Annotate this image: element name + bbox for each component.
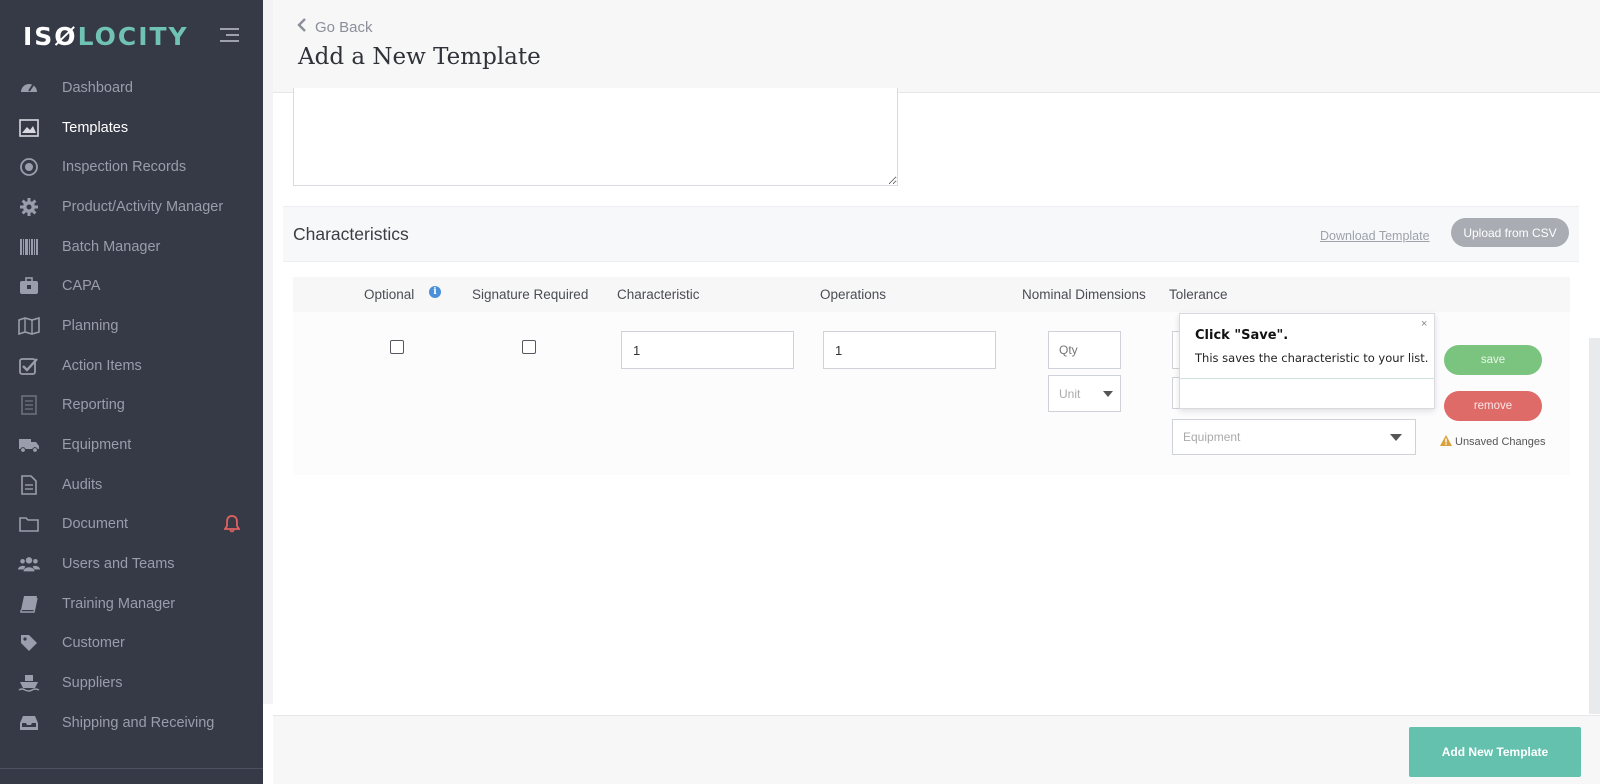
book-icon xyxy=(18,593,40,615)
barcode-icon xyxy=(18,236,40,258)
page-title: Add a New Template xyxy=(298,44,541,70)
folder-icon xyxy=(18,513,40,535)
notification-bell-icon[interactable] xyxy=(223,514,241,538)
column-header-characteristic: Characteristic xyxy=(617,287,700,302)
sidebar-item-audits[interactable]: Audits xyxy=(0,465,263,505)
dashboard-icon xyxy=(18,77,40,99)
operations-input[interactable] xyxy=(823,331,996,369)
truck-icon xyxy=(18,434,40,456)
sidebar-item-product-activity-manager[interactable]: Product/Activity Manager xyxy=(0,187,263,227)
close-icon[interactable]: × xyxy=(1421,318,1427,330)
sidebar-item-users-and-teams[interactable]: Users and Teams xyxy=(0,544,263,584)
sidebar-item-customer[interactable]: Customer xyxy=(0,624,263,664)
remove-button[interactable]: remove xyxy=(1444,391,1542,421)
column-header-operations: Operations xyxy=(820,287,887,302)
info-icon[interactable]: i xyxy=(429,286,441,298)
content-gutter xyxy=(263,0,273,704)
add-new-template-button[interactable]: Add New Template xyxy=(1409,727,1581,777)
sidebar-item-action-items[interactable]: Action Items xyxy=(0,346,263,386)
characteristic-input[interactable] xyxy=(621,331,794,369)
upload-csv-button[interactable]: Upload from CSV xyxy=(1451,218,1569,247)
target-icon xyxy=(18,156,40,178)
chevron-left-icon xyxy=(297,18,307,36)
checkbox-icon xyxy=(18,355,40,377)
sidebar-item-inspection-records[interactable]: Inspection Records xyxy=(0,147,263,187)
sidebar-item-dashboard[interactable]: Dashboard xyxy=(0,68,263,108)
menu-toggle-icon[interactable] xyxy=(220,28,239,42)
sidebar-item-equipment[interactable]: Equipment xyxy=(0,425,263,465)
sidebar-item-suppliers[interactable]: Suppliers xyxy=(0,663,263,703)
sidebar: ISØLOCITY Dashboard Templates Inspection… xyxy=(0,0,263,784)
ship-icon xyxy=(18,672,40,694)
warning-icon xyxy=(1440,435,1452,449)
tag-icon xyxy=(18,632,40,654)
column-header-tolerance: Tolerance xyxy=(1169,287,1228,302)
signature-required-checkbox[interactable] xyxy=(522,340,536,354)
tooltip-title: Click "Save". xyxy=(1195,328,1289,343)
section-title: Characteristics xyxy=(293,224,409,244)
inbox-icon xyxy=(18,712,40,734)
go-back-link[interactable]: Go Back xyxy=(297,18,373,36)
sidebar-item-templates[interactable]: Templates xyxy=(0,108,263,148)
sidebar-item-training-manager[interactable]: Training Manager xyxy=(0,584,263,624)
column-header-signature-required: Signature Required xyxy=(472,287,589,302)
equipment-select[interactable]: Equipment xyxy=(1172,419,1416,455)
characteristics-header: Characteristics Download Template Upload… xyxy=(283,206,1579,262)
tooltip-body: This saves the characteristic to your li… xyxy=(1195,351,1429,365)
optional-checkbox[interactable] xyxy=(390,340,404,354)
file-icon xyxy=(18,474,40,496)
report-icon xyxy=(18,394,40,416)
app-logo[interactable]: ISØLOCITY xyxy=(23,22,189,51)
unit-select[interactable]: Unit xyxy=(1048,375,1121,412)
gear-icon xyxy=(18,196,40,218)
map-icon xyxy=(18,315,40,337)
sidebar-item-document[interactable]: Document xyxy=(0,505,263,545)
sidebar-item-shipping-and-receiving[interactable]: Shipping and Receiving xyxy=(0,703,263,743)
vertical-scrollbar[interactable] xyxy=(1589,338,1600,714)
sidebar-nav: Dashboard Templates Inspection Records P… xyxy=(0,68,263,743)
chevron-down-icon xyxy=(1103,391,1113,397)
sidebar-item-capa[interactable]: CAPA xyxy=(0,266,263,306)
column-header-nominal-dimensions: Nominal Dimensions xyxy=(1022,287,1146,302)
users-icon xyxy=(18,553,40,575)
sidebar-item-batch-manager[interactable]: Batch Manager xyxy=(0,227,263,267)
unsaved-changes-indicator: Unsaved Changes xyxy=(1440,435,1546,449)
qty-input[interactable] xyxy=(1048,331,1121,369)
image-icon xyxy=(18,117,40,139)
download-template-link[interactable]: Download Template xyxy=(1320,229,1430,243)
chevron-down-icon xyxy=(1390,434,1402,441)
save-button[interactable]: save xyxy=(1444,345,1542,375)
briefcase-icon xyxy=(18,275,40,297)
tooltip-divider xyxy=(1180,378,1434,379)
walkthrough-tooltip: Click "Save". This saves the characteris… xyxy=(1179,313,1435,409)
description-textarea[interactable] xyxy=(293,88,898,186)
sidebar-divider xyxy=(0,768,263,769)
page-header: Go Back Add a New Template xyxy=(273,0,1600,93)
sidebar-item-planning[interactable]: Planning xyxy=(0,306,263,346)
column-header-optional: Optional xyxy=(364,287,415,302)
sidebar-item-reporting[interactable]: Reporting xyxy=(0,386,263,426)
page-footer: Add New Template xyxy=(273,715,1600,784)
characteristics-table-header: Optional i Signature Required Characteri… xyxy=(293,277,1570,312)
